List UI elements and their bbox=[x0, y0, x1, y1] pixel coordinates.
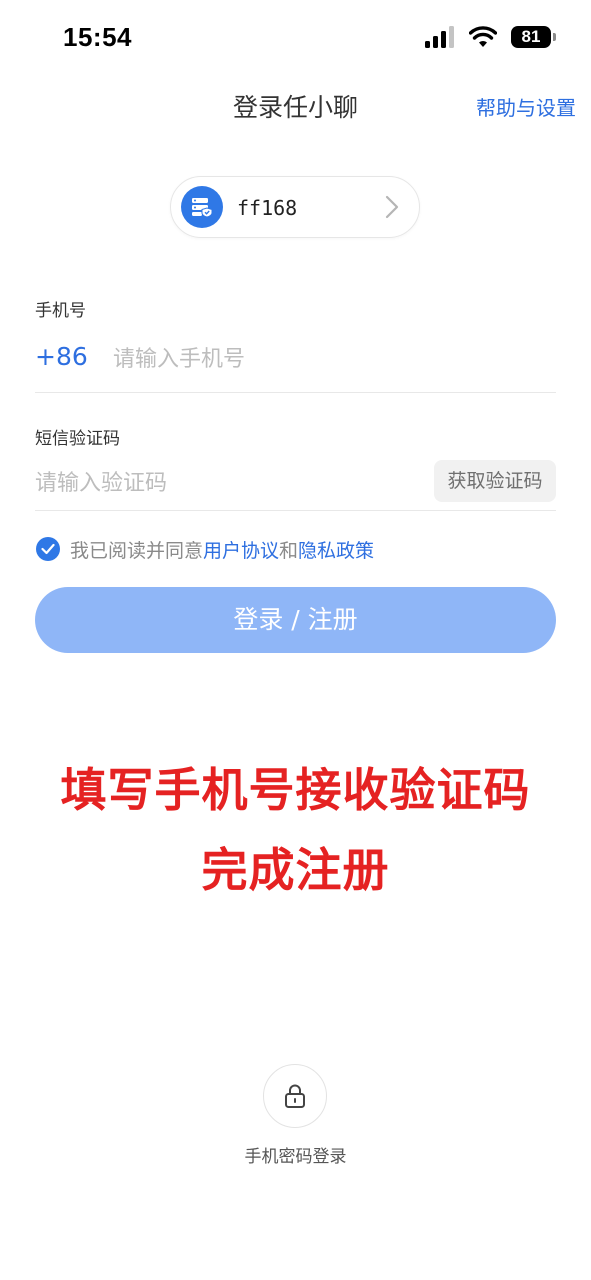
sms-code-label: 短信验证码 bbox=[35, 429, 120, 449]
user-agreement-link[interactable]: 用户协议 bbox=[203, 536, 279, 563]
agreement-row: 我已阅读并同意 用户协议 和 隐私政策 bbox=[36, 536, 374, 562]
battery-icon: 81 bbox=[511, 26, 556, 48]
lock-icon bbox=[285, 1084, 305, 1108]
agreement-prefix: 我已阅读并同意 bbox=[70, 539, 204, 562]
wifi-icon bbox=[469, 26, 497, 47]
password-login-button[interactable] bbox=[263, 1064, 327, 1128]
password-login-label[interactable]: 手机密码登录 bbox=[0, 1142, 591, 1167]
sms-code-input[interactable] bbox=[35, 466, 425, 500]
battery-level: 81 bbox=[521, 27, 541, 46]
phone-input[interactable] bbox=[113, 342, 553, 376]
chevron-right-icon bbox=[385, 195, 399, 219]
sms-code-divider bbox=[35, 510, 556, 511]
checkmark-icon bbox=[41, 543, 55, 555]
get-code-button[interactable]: 获取验证码 bbox=[434, 460, 556, 502]
annotation-line-1: 填写手机号接收验证码 bbox=[60, 763, 531, 817]
help-settings-link[interactable]: 帮助与设置 bbox=[476, 92, 576, 121]
agreement-checkbox[interactable] bbox=[36, 537, 60, 561]
server-icon bbox=[181, 186, 223, 228]
agreement-conjunction: 和 bbox=[279, 539, 299, 562]
cellular-signal-icon bbox=[425, 26, 454, 48]
country-code-selector[interactable]: +86 bbox=[35, 342, 88, 371]
privacy-policy-link[interactable]: 隐私政策 bbox=[298, 536, 374, 563]
phone-label: 手机号 bbox=[35, 301, 86, 321]
server-selector[interactable]: ff168 bbox=[170, 176, 420, 238]
server-name: ff168 bbox=[237, 196, 298, 220]
status-time: 15:54 bbox=[63, 22, 132, 52]
annotation-line-2: 完成注册 bbox=[201, 843, 390, 897]
phone-divider bbox=[35, 392, 556, 393]
login-register-button[interactable]: 登录 / 注册 bbox=[35, 587, 556, 653]
status-indicators: 81 bbox=[425, 26, 556, 48]
